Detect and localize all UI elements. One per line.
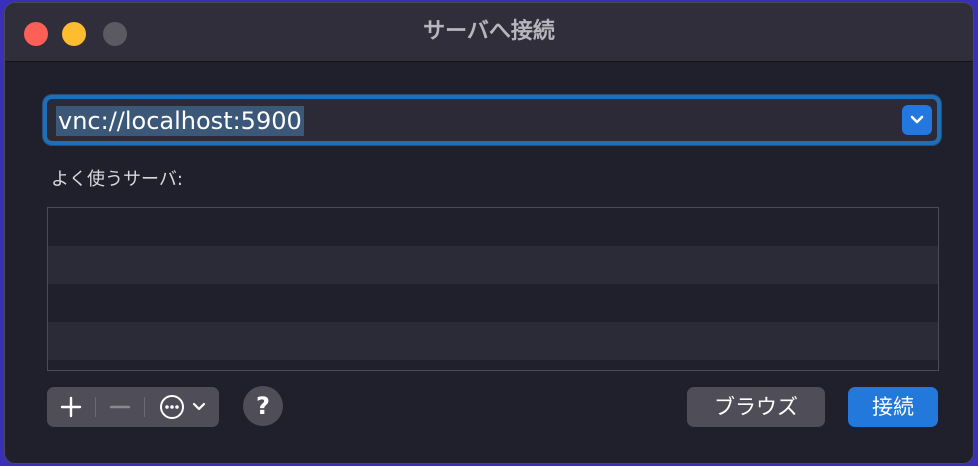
title-bar[interactable]: サーバへ接続 [5, 3, 973, 62]
connect-button[interactable]: 接続 [848, 387, 938, 427]
favorite-servers-list[interactable] [47, 207, 939, 371]
help-button[interactable]: ? [243, 386, 283, 426]
favorite-servers-label: よく使うサーバ: [51, 169, 183, 190]
list-item[interactable] [48, 246, 938, 284]
plus-icon [60, 396, 82, 418]
browse-button[interactable]: ブラウズ [687, 387, 825, 427]
remove-server-button[interactable] [96, 387, 144, 427]
action-menu-button[interactable] [145, 387, 219, 427]
list-item[interactable] [48, 284, 938, 322]
list-item[interactable] [48, 208, 938, 246]
server-address-field[interactable]: vnc://localhost:5900 [43, 95, 941, 145]
recent-servers-dropdown-button[interactable] [902, 105, 932, 135]
ellipsis-circle-icon [160, 395, 206, 419]
list-item[interactable] [48, 322, 938, 360]
server-list-controls [47, 387, 219, 427]
add-server-button[interactable] [47, 387, 95, 427]
server-address-value[interactable]: vnc://localhost:5900 [56, 106, 304, 136]
chevron-down-icon [910, 115, 924, 124]
connect-to-server-window: サーバへ接続 vnc://localhost:5900 よく使うサーバ: ? ブ… [4, 2, 974, 464]
minus-icon [109, 405, 131, 409]
window-title: サーバへ接続 [423, 19, 555, 44]
